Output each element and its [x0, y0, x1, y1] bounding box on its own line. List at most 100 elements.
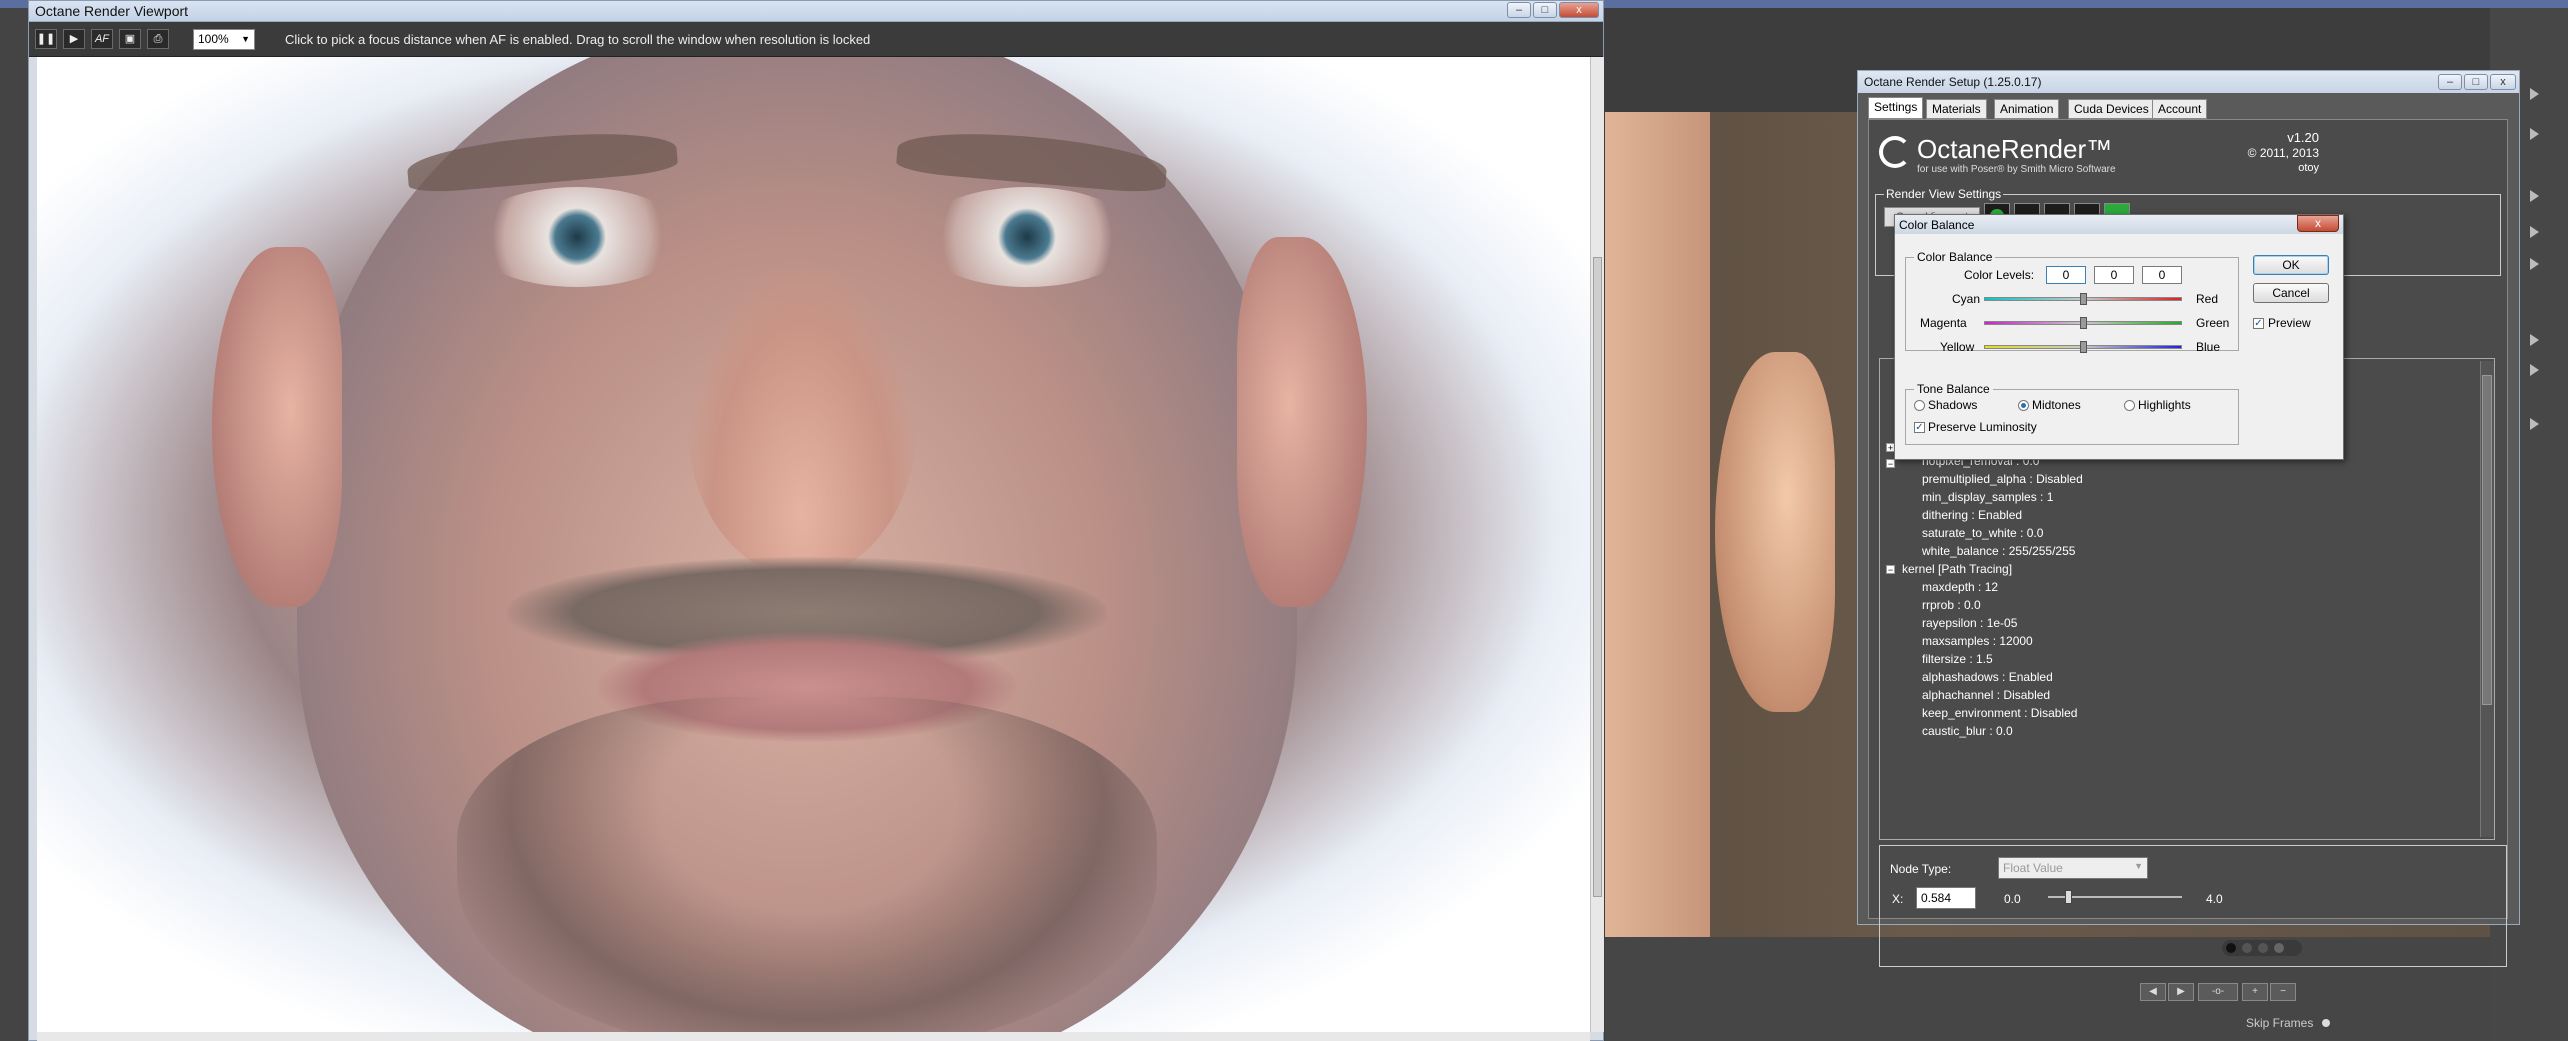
preserve-luminosity-checkbox[interactable]: ✓ [1914, 422, 1925, 433]
collapse-minus-icon[interactable]: − [1886, 459, 1895, 469]
slider-left-label: Cyan [1952, 292, 1981, 306]
tree-item[interactable]: alphachannel : Disabled [1922, 688, 2050, 702]
x-label: X: [1892, 892, 1904, 906]
tree-item[interactable]: caustic_blur : 0.0 [1922, 724, 2013, 738]
node-type-value: Float Value [2003, 861, 2063, 875]
autofocus-button[interactable]: AF [91, 29, 113, 49]
key-icon[interactable]: -o- [2198, 983, 2238, 1001]
tone-highlights-radio[interactable] [2124, 400, 2135, 411]
tree-item[interactable]: maxdepth : 12 [1922, 580, 1998, 594]
tree-item[interactable]: white_balance : 255/255/255 [1922, 544, 2075, 558]
tree-item[interactable]: rrprob : 0.0 [1922, 598, 1981, 612]
slider-thumb[interactable] [2064, 890, 2072, 904]
chevron-down-icon: ▼ [2134, 861, 2143, 871]
skip-frames-label: Skip Frames [2246, 1016, 2314, 1030]
scrollbar-thumb[interactable] [1593, 257, 1602, 897]
expand-arrow-icon[interactable] [2530, 128, 2539, 140]
skip-frames-toggle[interactable] [2322, 1019, 2330, 1027]
slider-thumb[interactable] [2080, 317, 2087, 329]
dot-icon[interactable] [2274, 943, 2284, 953]
tree-item[interactable]: maxsamples : 12000 [1922, 634, 2033, 648]
close-button[interactable]: x [2490, 74, 2516, 90]
expand-arrow-icon[interactable] [2530, 226, 2539, 238]
save-image-icon[interactable]: ⎙ [147, 29, 169, 49]
tab-account[interactable]: Account [2152, 99, 2208, 119]
logo-subtitle: for use with Poser® by Smith Micro Softw… [1917, 164, 2116, 175]
close-button[interactable]: x [1559, 2, 1599, 18]
tree-item[interactable]: min_display_samples : 1 [1922, 490, 2053, 504]
tone-shadows-radio[interactable] [1914, 400, 1925, 411]
tab-cuda-devices[interactable]: Cuda Devices [2068, 99, 2155, 119]
viewport-horizontal-scrollbar[interactable] [37, 1032, 1590, 1041]
setup-titlebar[interactable]: Octane Render Setup (1.25.0.17) – □ x [1858, 71, 2519, 93]
octane-logo-icon [1879, 136, 1911, 168]
dialog-titlebar[interactable]: Color Balance x [1895, 215, 2343, 234]
dot-icon[interactable] [2226, 943, 2236, 953]
otoy-logo: otoy [2298, 162, 2319, 174]
play-button[interactable]: ▶ [63, 29, 85, 49]
display-dots [2222, 940, 2302, 956]
tone-label: Highlights [2138, 398, 2191, 412]
value-slider[interactable] [2048, 890, 2182, 904]
expand-arrow-icon[interactable] [2530, 258, 2539, 270]
pause-button[interactable]: ❚❚ [35, 29, 57, 49]
minimize-button[interactable]: – [2438, 74, 2462, 90]
viewport-titlebar[interactable]: Octane Render Viewport – □ x [29, 1, 1603, 22]
level-magenta-green-input[interactable]: 0 [2094, 266, 2134, 284]
logo-copyright: © 2011, 2013 [2247, 146, 2319, 160]
tree-node[interactable]: kernel [Path Tracing] [1902, 562, 2012, 576]
preserve-luminosity-label: Preserve Luminosity [1928, 420, 2037, 434]
cancel-button[interactable]: Cancel [2253, 283, 2329, 303]
maximize-button[interactable]: □ [2464, 74, 2488, 90]
tree-item[interactable]: filtersize : 1.5 [1922, 652, 1993, 666]
remove-key-icon[interactable]: − [2270, 983, 2296, 1001]
next-frame-icon[interactable]: ▶ [2168, 983, 2194, 1001]
expand-arrow-icon[interactable] [2530, 88, 2539, 100]
ok-button[interactable]: OK [2253, 255, 2329, 275]
level-yellow-blue-input[interactable]: 0 [2142, 266, 2182, 284]
add-key-icon[interactable]: + [2242, 983, 2268, 1001]
tab-animation[interactable]: Animation [1994, 99, 2060, 119]
tree-item[interactable]: dithering : Enabled [1922, 508, 2022, 522]
x-value-input[interactable]: 0.584 [1916, 887, 1976, 909]
expand-arrow-icon[interactable] [2530, 364, 2539, 376]
tree-item[interactable]: keep_environment : Disabled [1922, 706, 2077, 720]
viewport-vertical-scrollbar[interactable] [1590, 57, 1604, 1032]
slider-thumb[interactable] [2080, 293, 2087, 305]
render-image[interactable] [37, 57, 1590, 1032]
maximize-button[interactable]: □ [1533, 2, 1557, 18]
collapse-minus-icon[interactable]: − [1886, 565, 1895, 575]
tree-item[interactable]: rayepsilon : 1e-05 [1922, 616, 2017, 630]
octane-render-viewport-window: Octane Render Viewport – □ x ❚❚ ▶ AF ▣ ⎙… [28, 0, 1604, 1041]
dialog-title: Color Balance [1899, 218, 1975, 232]
face-eye-left [467, 187, 687, 287]
close-button[interactable]: x [2297, 215, 2339, 232]
face-nose [687, 267, 917, 577]
previous-frame-icon[interactable]: ◀ [2140, 983, 2166, 1001]
color-balance-group-label: Color Balance [1914, 250, 1996, 264]
tab-materials[interactable]: Materials [1926, 99, 1987, 119]
tree-item[interactable]: saturate_to_white : 0.0 [1922, 526, 2043, 540]
color-balance-group: Color Balance Color Levels: 0 0 0 Cyan R… [1905, 250, 2239, 354]
tree-scrollbar[interactable] [2480, 361, 2494, 837]
tree-item[interactable]: alphashadows : Enabled [1922, 670, 2053, 684]
minimize-button[interactable]: – [1507, 2, 1531, 18]
slider-thumb[interactable] [2080, 341, 2087, 353]
level-cyan-red-input[interactable]: 0 [2046, 266, 2086, 284]
preview-checkbox[interactable]: ✓ [2253, 318, 2264, 329]
tone-midtones-radio[interactable] [2018, 400, 2029, 411]
region-icon[interactable]: ▣ [119, 29, 141, 49]
expand-arrow-icon[interactable] [2530, 190, 2539, 202]
expand-arrow-icon[interactable] [2530, 334, 2539, 346]
expand-arrow-icon[interactable] [2530, 418, 2539, 430]
scrollbar-thumb[interactable] [2482, 375, 2492, 705]
tab-settings[interactable]: Settings [1868, 97, 1924, 119]
dot-icon[interactable] [2258, 943, 2268, 953]
zoom-select[interactable]: 100% ▼ [193, 29, 255, 50]
face-ear-left [212, 247, 342, 607]
logo-version: v1.20 [2287, 130, 2319, 145]
dot-icon[interactable] [2242, 943, 2252, 953]
tree-item[interactable]: premultiplied_alpha : Disabled [1922, 472, 2083, 486]
node-type-select[interactable]: Float Value ▼ [1998, 857, 2148, 879]
face-ear-right [1237, 237, 1367, 607]
